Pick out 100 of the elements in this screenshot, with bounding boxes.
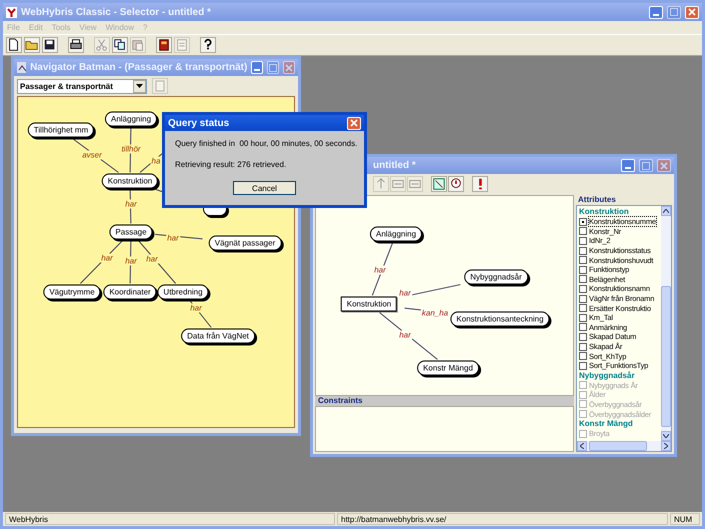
page-icon <box>154 80 166 92</box>
scrollbar[interactable] <box>577 441 671 451</box>
paste-icon <box>131 38 145 52</box>
relation-label: har <box>373 266 387 274</box>
scrollbar[interactable] <box>661 206 671 441</box>
relation-label: har <box>166 234 180 242</box>
query-icon <box>449 176 463 190</box>
diagram-node[interactable]: Data från VägNet <box>181 328 255 344</box>
relation-label: avser <box>81 150 103 160</box>
group-heading: Nybyggnadsår <box>579 370 636 380</box>
relation-label: ha <box>150 156 162 166</box>
window-title: Navigator Batman - (Passager & transportnät) <box>30 62 248 73</box>
close-icon <box>285 64 294 72</box>
diagram-node[interactable]: Tillhörighet mm <box>28 122 94 138</box>
diagram-node[interactable]: Konstruktion <box>102 174 158 188</box>
group-heading: Konstruktion <box>579 207 630 217</box>
checkbox[interactable] <box>579 256 587 264</box>
diagram-node[interactable]: Anläggning <box>104 112 158 126</box>
connector-line <box>130 189 132 224</box>
relation-label: har <box>124 256 138 266</box>
diagram-node[interactable]: Passage <box>109 224 153 240</box>
close-icon <box>350 119 358 127</box>
minimize-button[interactable] <box>649 6 663 18</box>
close-icon <box>688 8 696 16</box>
checkbox[interactable] <box>579 314 587 322</box>
checkbox[interactable] <box>579 342 587 351</box>
dialog-title: Query status <box>168 118 230 128</box>
relation-label: har <box>398 330 412 340</box>
checkbox[interactable] <box>579 266 587 274</box>
scissors-icon <box>95 38 109 52</box>
diagram-node[interactable]: Vägnät passager <box>208 236 282 250</box>
checkbox[interactable] <box>579 236 587 245</box>
toolbar-button[interactable] <box>448 176 464 192</box>
page-icon <box>175 38 189 52</box>
diagram-node[interactable]: Nybyggnadsår <box>464 270 528 284</box>
chevron-right-icon <box>664 443 668 449</box>
new-file-icon <box>7 38 21 52</box>
toolbar-button[interactable] <box>42 37 58 53</box>
section-header: Constraints <box>315 396 574 406</box>
checkbox[interactable] <box>579 275 587 284</box>
toolbar-button[interactable] <box>68 37 84 53</box>
chevron-down-icon <box>663 434 669 438</box>
zoom-icon <box>432 176 446 190</box>
app-logo-icon <box>6 6 17 18</box>
window-title: untitled * <box>373 160 417 171</box>
checkbox[interactable] <box>579 218 587 226</box>
status-indicator: NUM <box>670 513 700 525</box>
connector-line <box>72 138 119 173</box>
status-url: http://batmanwebhybris.vv.se/ <box>337 513 668 525</box>
checkbox[interactable] <box>579 284 587 293</box>
dropdown[interactable]: Passager & transportnät <box>17 78 147 94</box>
checkbox[interactable] <box>579 246 587 255</box>
relation-label: har <box>145 254 159 264</box>
window-icon <box>17 62 26 73</box>
close-button[interactable] <box>685 6 699 18</box>
status-text: WebHybris <box>5 513 335 525</box>
checkbox[interactable] <box>579 227 587 236</box>
toolbar-button[interactable] <box>6 37 22 53</box>
connector-line <box>80 240 124 284</box>
folder-icon <box>25 38 39 52</box>
diagram-node[interactable]: Anläggning <box>370 226 422 242</box>
caret-icon <box>136 84 143 88</box>
book-icon <box>157 38 171 52</box>
toolbar-button[interactable] <box>200 37 216 53</box>
printer-icon <box>69 38 83 52</box>
maximize-icon <box>642 162 650 170</box>
diagram-node[interactable]: Konstruktion <box>340 296 398 312</box>
section-header: Attributes <box>577 195 617 205</box>
maximize-icon <box>269 64 278 72</box>
relation-label: har <box>398 288 412 298</box>
copy-icon <box>113 38 127 52</box>
checkbox[interactable] <box>579 332 587 341</box>
checkbox[interactable] <box>579 352 587 360</box>
diagram-node[interactable]: Konstruktionsanteckning <box>450 312 550 326</box>
minimize-button[interactable] <box>251 61 264 74</box>
checkbox[interactable] <box>579 304 587 312</box>
toolbar-button[interactable] <box>156 37 172 53</box>
diagram-node[interactable]: Vägutrymme <box>43 284 101 300</box>
toolbar-button[interactable] <box>24 37 40 53</box>
close-button[interactable] <box>347 116 361 130</box>
diagram-node[interactable]: Konstr Mängd <box>417 360 479 376</box>
cancel-button[interactable]: Cancel <box>233 181 296 195</box>
checkbox[interactable] <box>579 362 587 370</box>
toolbar-button[interactable] <box>112 37 128 53</box>
toolbar-button[interactable] <box>431 176 447 192</box>
checkbox[interactable] <box>579 294 587 303</box>
minimize-icon <box>625 167 631 169</box>
checkbox[interactable] <box>579 323 587 332</box>
group-heading: Konstr Mängd <box>579 418 634 429</box>
close-icon <box>660 162 668 170</box>
diagram-node[interactable]: Utbredning <box>157 284 209 300</box>
relation-label: har <box>124 200 138 208</box>
diagram-node[interactable]: Koordinater <box>103 284 157 300</box>
relation-label: kan_ha <box>420 308 450 318</box>
chevron-left-icon <box>580 443 584 449</box>
relation-label: har <box>100 254 114 262</box>
maximize-icon <box>670 8 678 16</box>
window-title: WebHybris Classic - Selector - untitled * <box>21 6 212 18</box>
status-message: Retrieving result: 276 retrieved. <box>175 160 288 169</box>
minimize-button[interactable] <box>621 159 635 172</box>
